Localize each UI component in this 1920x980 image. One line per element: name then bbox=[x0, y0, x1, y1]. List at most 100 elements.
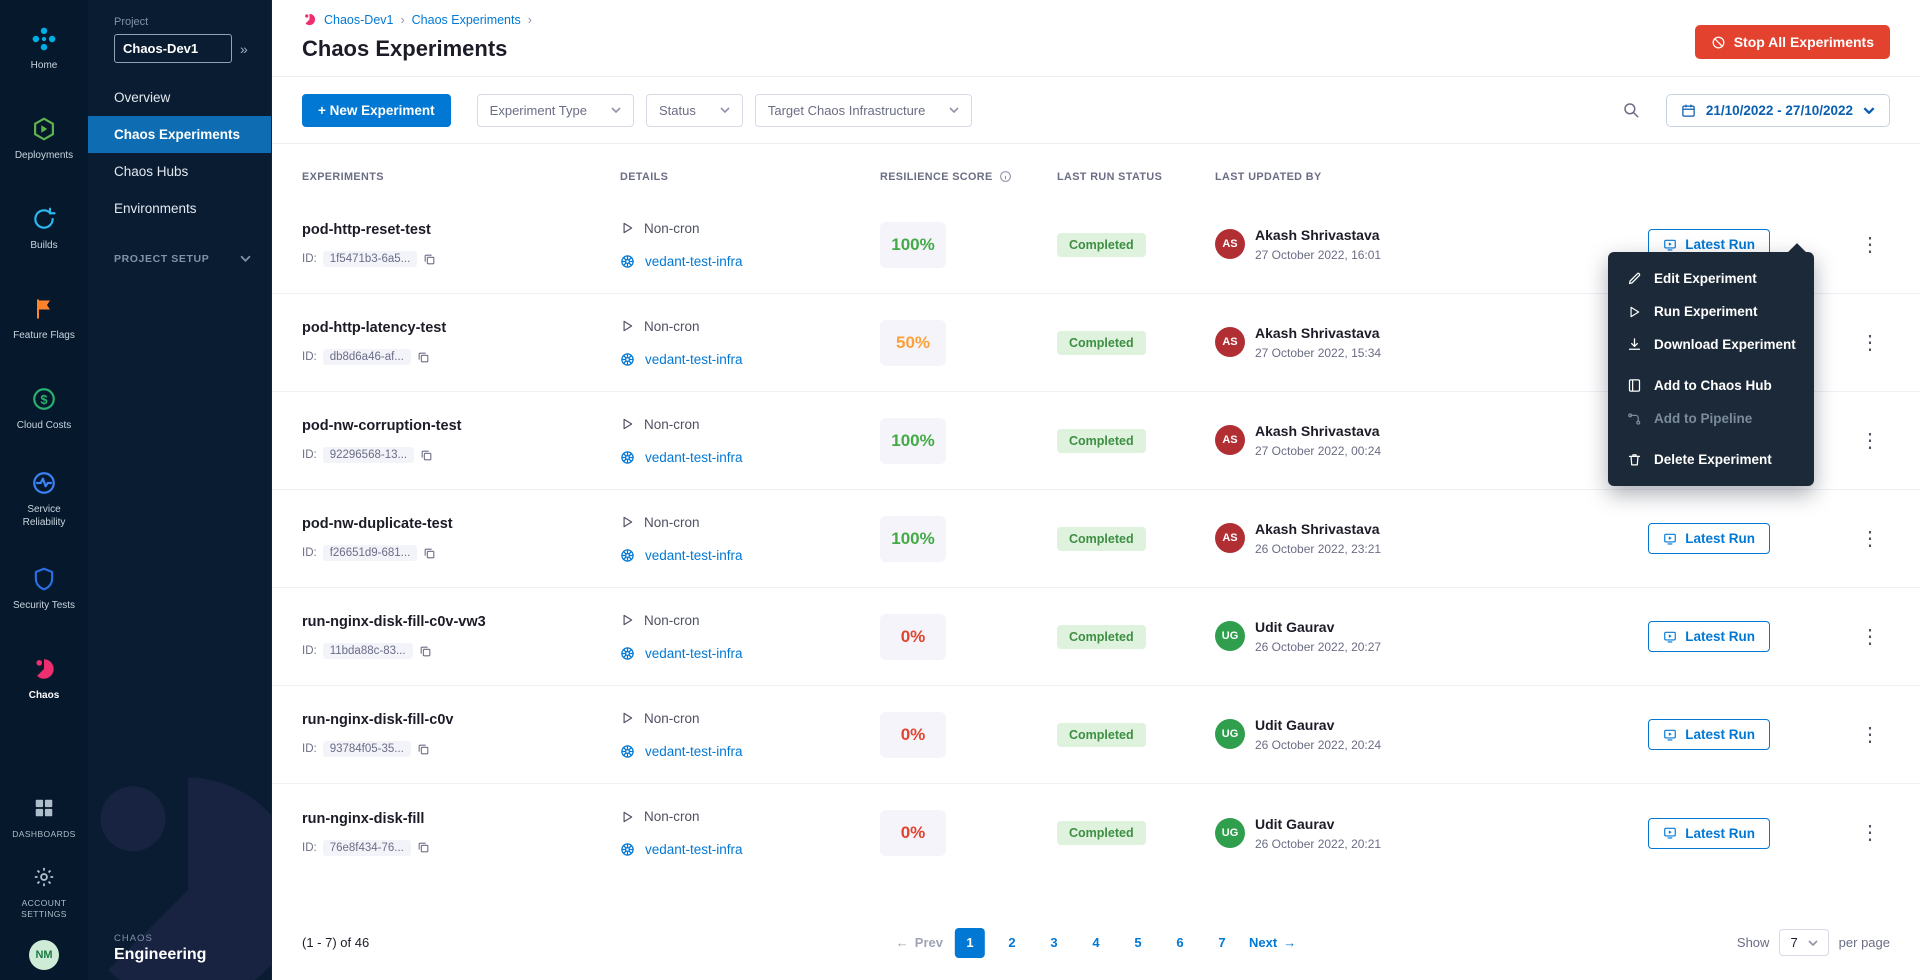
sidebar-item-feature-flags[interactable]: Feature Flags bbox=[0, 274, 88, 364]
breadcrumb: Chaos-Dev1 › Chaos Experiments › bbox=[302, 12, 1890, 27]
copy-icon[interactable] bbox=[417, 841, 430, 854]
rail-bottom-group: DASHBOARDS ACCOUNT SETTINGS NM bbox=[0, 780, 88, 980]
sidebar-item-dashboards[interactable]: DASHBOARDS bbox=[0, 780, 88, 854]
row-menu-kebab-icon[interactable]: ⋮ bbox=[1856, 819, 1884, 847]
pagination-next-button[interactable]: Next → bbox=[1249, 935, 1296, 950]
table-row: run-nginx-disk-fill-c0v-vw3 ID:11bda88c-… bbox=[272, 588, 1920, 686]
infrastructure-link[interactable]: vedant-test-infra bbox=[620, 254, 880, 269]
experiment-name[interactable]: run-nginx-disk-fill-c0v-vw3 bbox=[302, 614, 620, 630]
latest-run-button[interactable]: Latest Run bbox=[1648, 719, 1770, 750]
table-row: run-nginx-disk-fill-c0v ID:93784f05-35..… bbox=[272, 686, 1920, 784]
latest-run-button[interactable]: Latest Run bbox=[1648, 818, 1770, 849]
pagination: (1 - 7) of 46 ← Prev 1 2 3 4 5 6 7 Next … bbox=[272, 913, 1920, 980]
pagination-page-3[interactable]: 3 bbox=[1039, 928, 1069, 958]
experiment-name[interactable]: pod-nw-duplicate-test bbox=[302, 516, 620, 532]
kubernetes-icon bbox=[620, 744, 635, 759]
pagination-page-4[interactable]: 4 bbox=[1081, 928, 1111, 958]
pagination-prev-button[interactable]: ← Prev bbox=[896, 935, 943, 950]
details-cell: Non-cron vedant-test-infra bbox=[620, 319, 880, 367]
nav-item-environments[interactable]: Environments bbox=[88, 190, 271, 227]
run-icon bbox=[1626, 305, 1642, 319]
sidebar-item-home[interactable]: Home bbox=[0, 4, 88, 94]
resilience-score: 50% bbox=[880, 320, 946, 366]
experiment-id: 92296568-13... bbox=[323, 447, 414, 463]
menu-item-delete-experiment[interactable]: Delete Experiment bbox=[1608, 443, 1814, 476]
copy-icon[interactable] bbox=[420, 449, 433, 462]
panel-expand-icon[interactable]: » bbox=[240, 41, 248, 57]
infrastructure-link[interactable]: vedant-test-infra bbox=[620, 842, 880, 857]
pagination-page-5[interactable]: 5 bbox=[1123, 928, 1153, 958]
latest-run-button[interactable]: Latest Run bbox=[1648, 621, 1770, 652]
menu-item-add-to-chaos-hub[interactable]: Add to Chaos Hub bbox=[1608, 369, 1814, 402]
service-reliability-icon bbox=[30, 469, 58, 497]
nav-item-overview[interactable]: Overview bbox=[88, 79, 271, 116]
last-updated-cell: UG Udit Gaurav26 October 2022, 20:27 bbox=[1215, 619, 1592, 654]
filter-target-infrastructure[interactable]: Target Chaos Infrastructure bbox=[755, 94, 973, 127]
nav-item-chaos-hubs[interactable]: Chaos Hubs bbox=[88, 153, 271, 190]
infrastructure-link[interactable]: vedant-test-infra bbox=[620, 352, 880, 367]
pagination-page-2[interactable]: 2 bbox=[997, 928, 1027, 958]
experiment-name[interactable]: run-nginx-disk-fill bbox=[302, 811, 620, 827]
details-cell: Non-cron vedant-test-infra bbox=[620, 221, 880, 269]
pagination-page-6[interactable]: 6 bbox=[1165, 928, 1195, 958]
experiment-cell: run-nginx-disk-fill-c0v ID:93784f05-35..… bbox=[302, 712, 620, 757]
project-selector-input[interactable] bbox=[114, 34, 232, 63]
filter-status[interactable]: Status bbox=[646, 94, 743, 127]
user-avatar[interactable]: NM bbox=[29, 940, 59, 970]
row-menu-kebab-icon[interactable]: ⋮ bbox=[1856, 427, 1884, 455]
infrastructure-link[interactable]: vedant-test-infra bbox=[620, 744, 880, 759]
menu-item-run-experiment[interactable]: Run Experiment bbox=[1608, 295, 1814, 328]
status-badge: Completed bbox=[1057, 233, 1146, 257]
experiment-cell: run-nginx-disk-fill-c0v-vw3 ID:11bda88c-… bbox=[302, 614, 620, 659]
copy-icon[interactable] bbox=[423, 253, 436, 266]
latest-run-button[interactable]: Latest Run bbox=[1648, 523, 1770, 554]
row-menu-kebab-icon[interactable]: ⋮ bbox=[1856, 721, 1884, 749]
info-icon[interactable] bbox=[999, 170, 1012, 183]
stop-all-experiments-button[interactable]: Stop All Experiments bbox=[1695, 25, 1890, 59]
project-nav: Overview Chaos Experiments Chaos Hubs En… bbox=[88, 79, 271, 227]
pagination-page-7[interactable]: 7 bbox=[1207, 928, 1237, 958]
copy-icon[interactable] bbox=[417, 351, 430, 364]
copy-icon[interactable] bbox=[423, 547, 436, 560]
project-setup-toggle[interactable]: PROJECT SETUP bbox=[88, 227, 271, 265]
breadcrumb-link-experiments[interactable]: Chaos Experiments bbox=[412, 13, 521, 27]
experiment-name[interactable]: pod-http-latency-test bbox=[302, 320, 620, 336]
copy-icon[interactable] bbox=[419, 645, 432, 658]
experiment-name[interactable]: pod-http-reset-test bbox=[302, 222, 620, 238]
new-experiment-button[interactable]: + New Experiment bbox=[302, 94, 451, 127]
sidebar-item-security-tests[interactable]: Security Tests bbox=[0, 544, 88, 634]
infrastructure-link[interactable]: vedant-test-infra bbox=[620, 548, 880, 563]
search-icon[interactable] bbox=[1614, 93, 1648, 127]
breadcrumb-link-project[interactable]: Chaos-Dev1 bbox=[324, 13, 393, 27]
experiment-name[interactable]: run-nginx-disk-fill-c0v bbox=[302, 712, 620, 728]
experiment-name[interactable]: pod-nw-corruption-test bbox=[302, 418, 620, 434]
sidebar-item-builds[interactable]: Builds bbox=[0, 184, 88, 274]
details-cell: Non-cron vedant-test-infra bbox=[620, 613, 880, 661]
resilience-score: 0% bbox=[880, 614, 946, 660]
sidebar-item-cloud-costs[interactable]: $ Cloud Costs bbox=[0, 364, 88, 454]
sidebar-item-deployments[interactable]: Deployments bbox=[0, 94, 88, 184]
builds-icon bbox=[30, 205, 58, 233]
kubernetes-icon bbox=[620, 548, 635, 563]
sidebar-item-service-reliability[interactable]: Service Reliability bbox=[0, 454, 88, 544]
nav-item-chaos-experiments[interactable]: Chaos Experiments bbox=[88, 116, 271, 153]
menu-item-edit-experiment[interactable]: Edit Experiment bbox=[1608, 262, 1814, 295]
row-menu-kebab-icon[interactable]: ⋮ bbox=[1856, 329, 1884, 357]
sidebar-item-chaos[interactable]: Chaos bbox=[0, 634, 88, 724]
date-range-picker[interactable]: 21/10/2022 - 27/10/2022 bbox=[1666, 94, 1890, 127]
row-menu-kebab-icon[interactable]: ⋮ bbox=[1856, 623, 1884, 651]
filter-experiment-type[interactable]: Experiment Type bbox=[477, 94, 634, 127]
copy-icon[interactable] bbox=[417, 743, 430, 756]
infrastructure-link[interactable]: vedant-test-infra bbox=[620, 646, 880, 661]
last-updated-cell: UG Udit Gaurav26 October 2022, 20:21 bbox=[1215, 816, 1592, 851]
row-menu-kebab-icon[interactable]: ⋮ bbox=[1856, 231, 1884, 259]
status-badge: Completed bbox=[1057, 821, 1146, 845]
pagination-page-1[interactable]: 1 bbox=[955, 928, 985, 958]
menu-item-download-experiment[interactable]: Download Experiment bbox=[1608, 328, 1814, 361]
infrastructure-link[interactable]: vedant-test-infra bbox=[620, 450, 880, 465]
module-rail: Home Deployments Builds Feature Flags $ … bbox=[0, 0, 88, 980]
row-menu-kebab-icon[interactable]: ⋮ bbox=[1856, 525, 1884, 553]
resilience-score: 0% bbox=[880, 810, 946, 856]
sidebar-item-account-settings[interactable]: ACCOUNT SETTINGS bbox=[0, 854, 88, 928]
per-page-select[interactable]: 7 bbox=[1779, 929, 1828, 956]
